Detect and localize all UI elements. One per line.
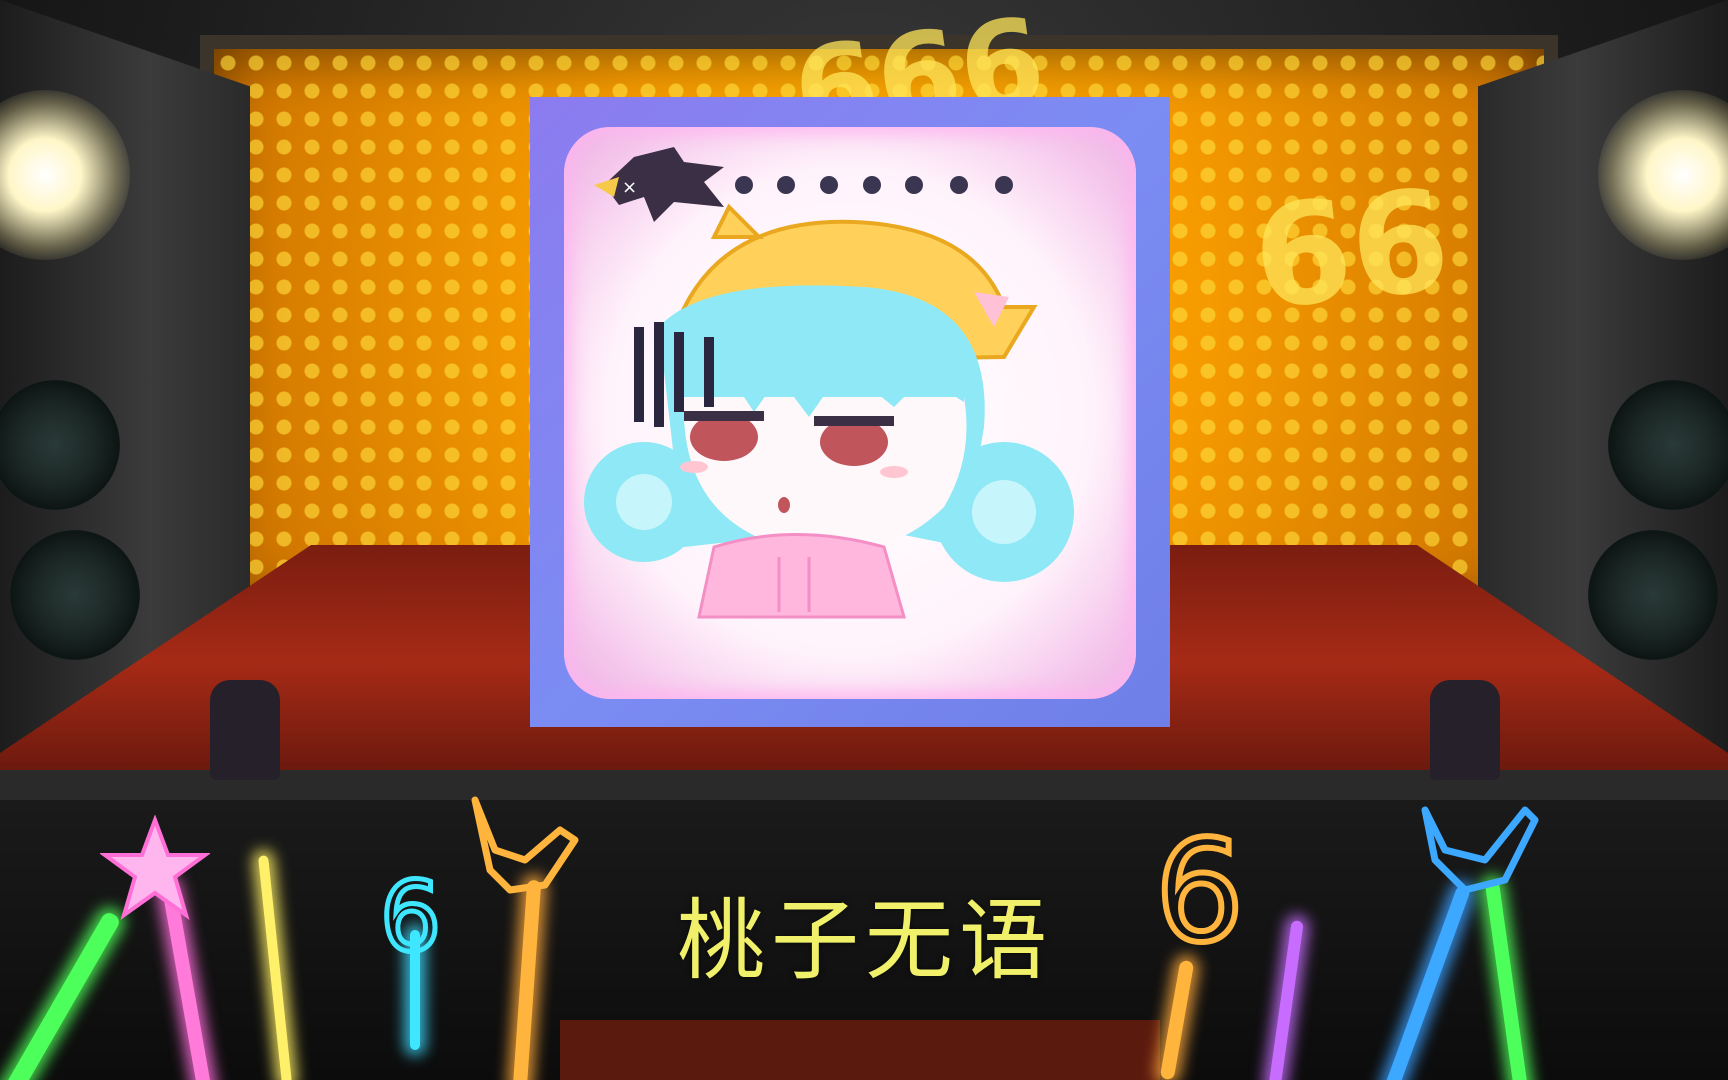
- svg-text:6: 6: [1155, 811, 1244, 960]
- speaker-right-bottom-icon: [1588, 530, 1718, 660]
- stage-lamp-left-icon: [210, 680, 280, 780]
- backdrop-text-right: 66: [1246, 159, 1457, 342]
- star-wand-icon: [100, 815, 210, 920]
- rock-hand-blue-icon: [1421, 806, 1539, 894]
- svg-text:×: ×: [622, 177, 637, 198]
- emote-card: ×: [530, 97, 1170, 727]
- ellipsis-dots-icon: [735, 176, 1013, 194]
- six-sign-cyan-icon: 6: [378, 865, 444, 965]
- six-sign-orange-icon: 6: [1152, 810, 1247, 960]
- rock-hand-orange-icon: [471, 796, 579, 894]
- stage-lamp-right-icon: [1430, 680, 1500, 780]
- svg-text:6: 6: [380, 865, 441, 965]
- crow-icon: ×: [594, 147, 724, 222]
- concert-stage-scene: 666 66 × 桃子无语 6 6: [0, 0, 1728, 1080]
- speaker-left-bottom-icon: [10, 530, 140, 660]
- stage-front-step: [560, 1020, 1160, 1080]
- speaker-right-top-icon: [1608, 380, 1728, 510]
- speechless-girl-icon: ×: [584, 147, 1074, 619]
- emote-image: ×: [564, 127, 1136, 699]
- emote-caption: 桃子无语: [676, 889, 1053, 992]
